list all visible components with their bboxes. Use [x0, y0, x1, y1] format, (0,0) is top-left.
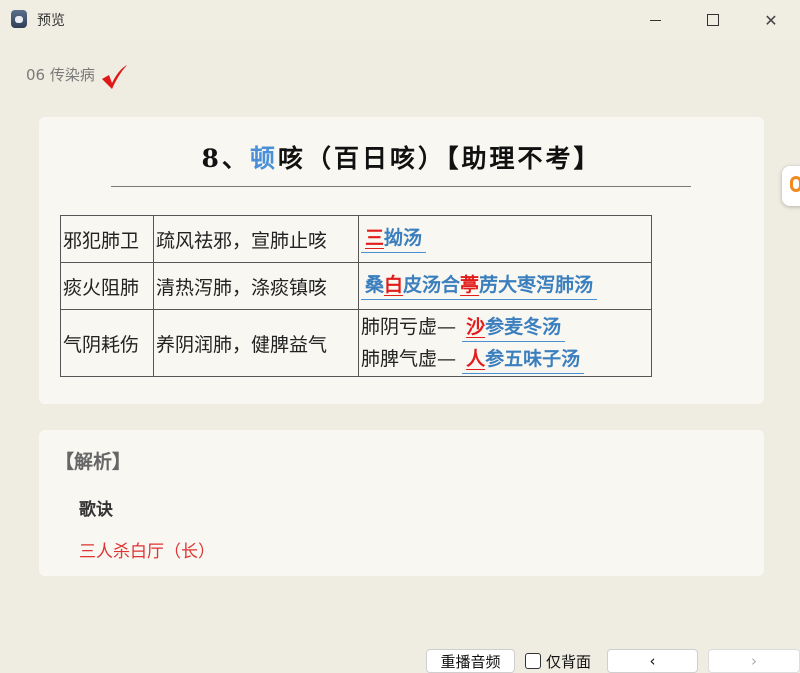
table-row: 痰火阻肺 清热泻肺，涤痰镇咳 桑白皮汤合葶苈大枣泻肺汤 — [60, 262, 652, 310]
sub-pattern-label: 肺阴亏虚— — [361, 316, 457, 338]
side-tab[interactable] — [782, 166, 800, 206]
formula-key-char: 人 — [466, 348, 486, 370]
window-title: 预览 — [37, 13, 65, 29]
syndrome-table: 邪犯肺卫 疏风祛邪，宣肺止咳 三拗汤 痰火阻肺 清热泻肺，涤痰镇咳 桑白皮汤合葶… — [60, 215, 652, 377]
heading-highlight: 顿 — [249, 144, 278, 173]
formula-text: 人参五味子汤 — [462, 347, 585, 374]
formula-text: 桑白皮汤合葶苈大枣泻肺汤 — [361, 273, 598, 300]
mnemonic-label: 歌诀 — [79, 500, 113, 520]
table-row: 气阴耗伤 养阴润肺，健脾益气 肺阴亏虚— 沙参麦冬汤 肺脾气虚— 人参五味子汤 — [60, 309, 652, 377]
method-cell: 清热泻肺，涤痰镇咳 — [153, 262, 359, 310]
pattern-cell: 邪犯肺卫 — [60, 215, 154, 263]
card-heading: 8、顿咳（百日咳）【助理不考】 — [39, 139, 764, 175]
heading-divider — [111, 186, 691, 187]
sub-formula-line: 肺脾气虚— 人参五味子汤 — [361, 343, 649, 375]
formula-rest: 拗汤 — [384, 226, 423, 249]
scroll-tab-icon — [790, 176, 800, 192]
heading-suffix: 咳（百日咳）【助理不考】 — [277, 144, 602, 173]
close-icon: ✕ — [764, 10, 778, 30]
back-only-toggle[interactable]: 仅背面 — [525, 650, 591, 672]
previous-button[interactable]: ‹ — [607, 649, 698, 673]
app-icon — [11, 10, 27, 28]
minimize-button[interactable] — [632, 6, 678, 34]
formula-key-char: 沙 — [466, 316, 486, 338]
formula-rest: 参麦冬汤 — [485, 316, 562, 338]
analysis-title: 【解析】 — [55, 451, 132, 473]
method-cell: 疏风祛邪，宣肺止咳 — [153, 215, 359, 263]
pattern-cell: 痰火阻肺 — [60, 262, 154, 310]
deck-name: 06 传染病 — [26, 66, 95, 84]
sub-pattern-label: 肺脾气虚— — [361, 348, 457, 370]
pattern-cell: 气阴耗伤 — [60, 309, 154, 377]
method-cell: 养阴润肺，健脾益气 — [153, 309, 359, 377]
formula-text: 三拗汤 — [361, 226, 427, 253]
chevron-left-icon: ‹ — [649, 652, 656, 670]
chevron-right-icon: › — [751, 652, 757, 670]
formula-rest: 参五味子汤 — [485, 348, 581, 370]
formula-part: 苈大枣泻肺汤 — [479, 273, 594, 296]
heading-prefix: 8、 — [201, 144, 250, 173]
back-only-checkbox[interactable] — [525, 653, 541, 669]
table-row: 邪犯肺卫 疏风祛邪，宣肺止咳 三拗汤 — [60, 215, 652, 263]
back-only-label: 仅背面 — [546, 652, 592, 671]
formula-key-char: 葶 — [460, 273, 480, 296]
sub-formula-line: 肺阴亏虚— 沙参麦冬汤 — [361, 311, 649, 343]
formula-key-char: 三 — [365, 226, 385, 249]
formula-cell: 三拗汤 — [358, 215, 652, 263]
replay-audio-button[interactable]: 重播音频 — [426, 649, 515, 673]
analysis-panel: 【解析】 歌诀 三人杀白厅（长） — [39, 430, 764, 576]
next-button[interactable]: › — [708, 649, 800, 673]
card-front: 8、顿咳（百日咳）【助理不考】 邪犯肺卫 疏风祛邪，宣肺止咳 三拗汤 痰火阻肺 … — [39, 117, 764, 404]
formula-cell: 肺阴亏虚— 沙参麦冬汤 肺脾气虚— 人参五味子汤 — [358, 309, 652, 377]
title-bar: 预览 ✕ — [0, 0, 800, 40]
check-icon — [102, 65, 127, 89]
formula-part: 桑 — [365, 273, 385, 296]
minimize-icon — [649, 19, 661, 21]
close-button[interactable]: ✕ — [748, 6, 794, 34]
maximize-button[interactable] — [690, 6, 736, 34]
formula-part: 皮汤合 — [403, 273, 461, 296]
formula-key-char: 白 — [384, 273, 404, 296]
formula-text: 沙参麦冬汤 — [462, 315, 566, 342]
formula-cell: 桑白皮汤合葶苈大枣泻肺汤 — [358, 262, 652, 310]
mnemonic-text: 三人杀白厅（长） — [79, 542, 215, 562]
maximize-icon — [707, 14, 719, 26]
